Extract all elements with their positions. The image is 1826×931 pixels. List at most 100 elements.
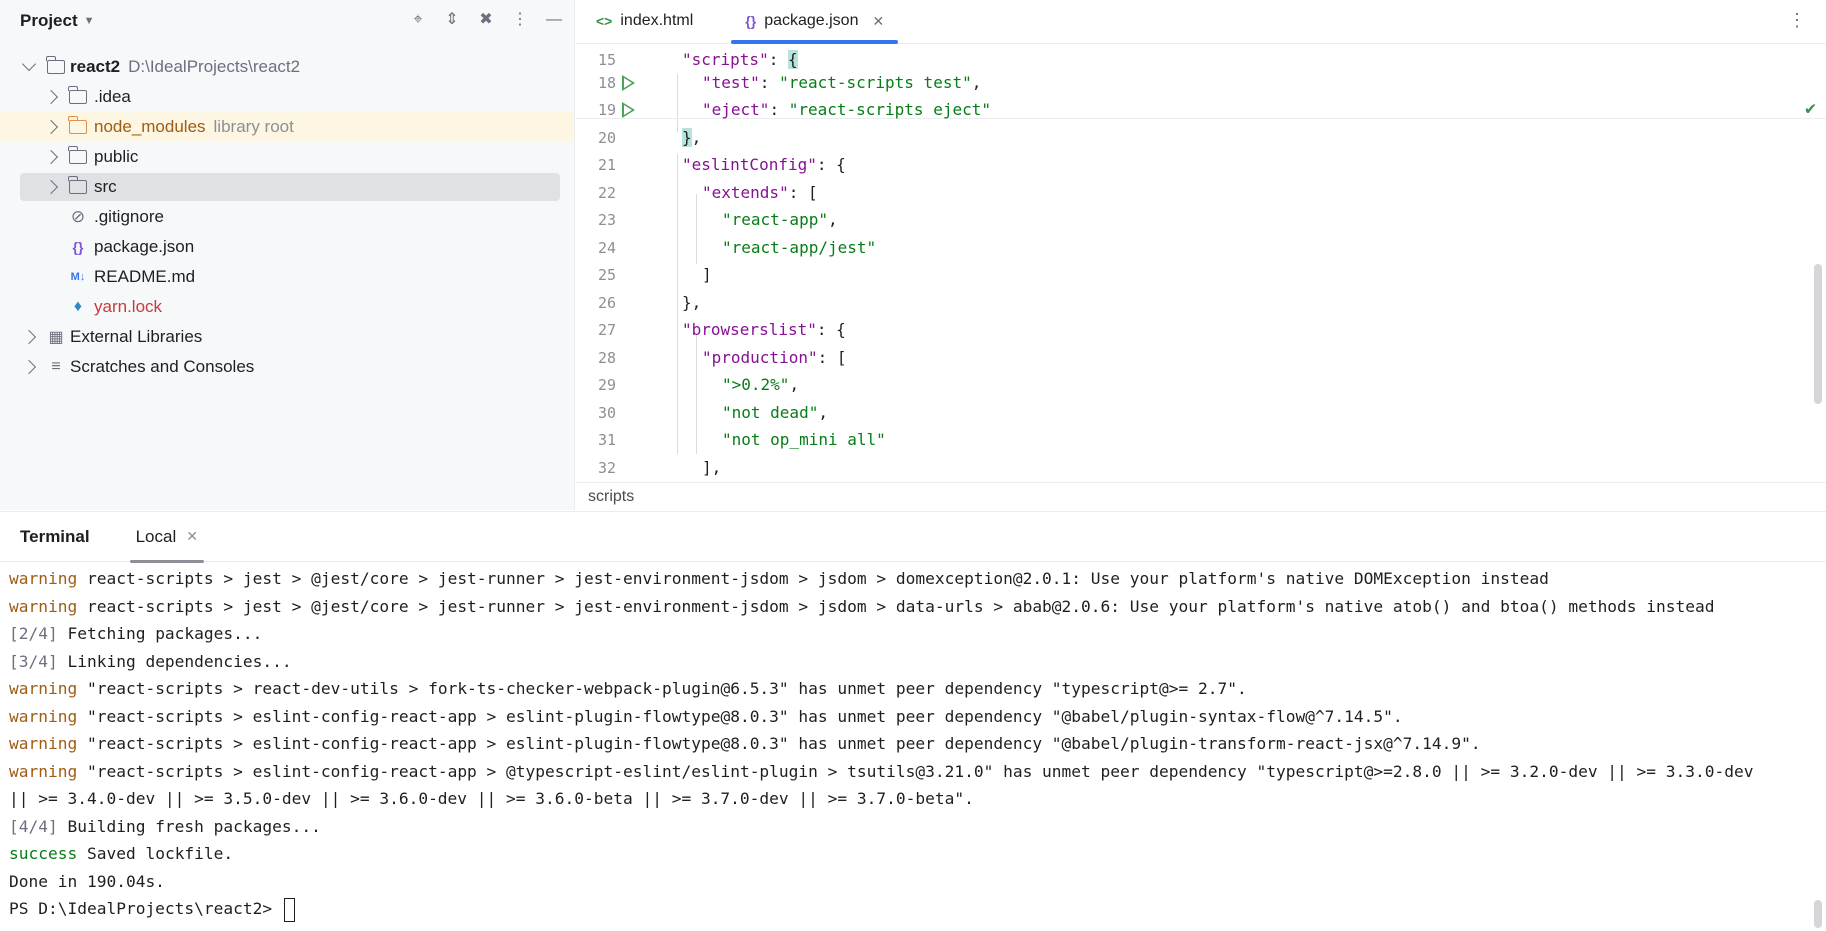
code-line: 19 "eject": "react-scripts eject" [576,96,1826,124]
close-icon[interactable]: ✕ [186,528,198,545]
tree-item-label: .idea [94,87,131,106]
code-text: ] [702,265,712,285]
tab-label: Local [135,526,177,546]
terminal-line: warning "react-scripts > eslint-config-r… [9,758,1806,786]
tree-item-public[interactable]: public [0,142,574,172]
terminal-line-text: Saved lockfile. [77,844,234,863]
library-folder-icon [68,116,88,136]
run-script-icon[interactable] [622,74,635,91]
chevron-down-icon[interactable]: ▼ [84,15,95,27]
chevron-right-icon[interactable] [43,149,59,165]
more-options-icon[interactable]: ⋮ [512,10,528,30]
terminal-line-prefix: warning [9,596,78,616]
terminal-line: [2/4] Fetching packages... [9,620,1806,648]
code-line: 31 "not op_mini all" [576,426,1826,454]
terminal-line-prefix: success [9,844,78,863]
code-line: 28 "production": [ [576,344,1826,372]
tree-item-label: .gitignore [94,207,164,226]
tree-item-label: README.md [94,267,196,286]
chevron-right-icon[interactable] [21,329,37,345]
terminal-line-text: "react-scripts > react-dev-utils > fork-… [77,679,1247,698]
code-line: 22 "extends": [ [576,179,1826,207]
tree-item-external-libraries[interactable]: ▦ External Libraries [0,322,574,352]
chevron-right-icon[interactable] [43,179,59,195]
line-number: 26 [597,293,616,312]
terminal-tabs: Terminal Local ✕ [0,512,1826,563]
terminal-line-text: || >= 3.4.0-dev || >= 3.5.0-dev || >= 3.… [9,789,974,808]
editor-scrollbar[interactable] [1814,264,1822,404]
project-toolbar: ⌖ ⇕ ✖ ⋮ — [410,10,562,30]
terminal-output[interactable]: warning react-scripts > jest > @jest/cor… [9,565,1806,923]
collapse-all-icon[interactable]: ✖ [478,10,494,30]
ignored-file-icon: ⊘ [70,207,86,226]
breadcrumb[interactable]: scripts [576,482,1826,510]
line-number: 28 [597,348,616,367]
tree-item-node-modules[interactable]: node_modules library root [0,112,574,142]
terminal-line: warning "react-scripts > eslint-config-r… [9,703,1806,731]
tree-item-package-json[interactable]: {} package.json [0,232,574,262]
expand-all-icon[interactable]: ⇕ [444,10,460,30]
line-number: 18 [597,73,616,92]
tree-item-label: External Libraries [70,327,203,346]
breadcrumb-item[interactable]: scripts [588,488,634,506]
tree-item-readme[interactable]: M↓ README.md [0,262,574,292]
tree-item-idea[interactable]: .idea [0,82,574,112]
code-text: "not dead", [722,403,828,423]
tree-item-scratches[interactable]: ≡ Scratches and Consoles [0,352,574,382]
line-number: 27 [597,320,616,339]
tree-item-gitignore[interactable]: ⊘ .gitignore [0,202,574,232]
json-file-icon: {} [745,13,757,29]
no-problems-check-icon[interactable]: ✔ [1805,98,1816,119]
more-options-icon[interactable]: ⋮ [1788,10,1806,31]
terminal-line: Done in 190.04s. [9,868,1806,896]
code-line: 24 "react-app/jest" [576,234,1826,262]
chevron-down-icon[interactable] [21,56,37,72]
code-text: ], [702,458,722,476]
html-file-icon: <> [596,13,613,29]
tab-local[interactable]: Local ✕ [129,512,205,563]
tab-label: index.html [620,12,694,29]
project-view-selector[interactable]: Project [20,11,78,31]
line-number: 30 [597,403,616,422]
terminal-tool-window: Terminal Local ✕ warning react-scripts >… [0,511,1826,931]
tree-root-react2[interactable]: react2 D:\IdealProjects\react2 [0,52,574,82]
close-icon[interactable]: ✕ [872,13,884,30]
module-folder-icon [46,56,66,76]
terminal-line: warning react-scripts > jest > @jest/cor… [9,593,1806,621]
terminal-scrollbar[interactable] [1814,900,1822,928]
tab-label: package.json [764,12,859,29]
code-editor[interactable]: 15 "scripts": { 18 "test": "react-script… [576,44,1826,476]
line-number: 31 [597,430,616,449]
line-number: 24 [597,238,616,257]
code-text: "eject": "react-scripts eject" [702,100,991,120]
code-text: "react-app", [722,210,838,230]
line-number: 15 [597,50,616,69]
tab-index-html[interactable]: <> index.html [582,0,707,43]
tree-item-label: public [94,147,139,166]
code-line: 23 "react-app", [576,206,1826,234]
terminal-line-text: Linking dependencies... [57,651,292,671]
code-text: "browserslist": { [682,320,846,340]
terminal-line-text: "react-scripts > eslint-config-react-app… [77,734,1481,753]
tree-item-yarn-lock[interactable]: ♦ yarn.lock [0,292,574,322]
line-number: 21 [597,155,616,174]
root-path: D:\IdealProjects\react2 [128,57,301,76]
tab-package-json[interactable]: {} package.json ✕ [731,0,899,44]
run-script-icon[interactable] [622,101,635,118]
prompt-text: PS D:\IdealProjects\react2> [9,899,282,918]
chevron-right-icon[interactable] [21,359,37,375]
code-line: 25 ] [576,261,1826,289]
code-text: "production": [ [702,348,847,368]
chevron-right-icon[interactable] [43,119,59,135]
chevron-right-icon[interactable] [43,89,59,105]
terminal-line: [4/4] Building fresh packages... [9,813,1806,841]
tree-item-label: yarn.lock [94,297,163,316]
terminal-prompt[interactable]: PS D:\IdealProjects\react2> [9,895,1806,923]
hide-panel-icon[interactable]: — [546,10,562,30]
tree-item-src[interactable]: src [0,172,574,202]
code-line: 30 "not dead", [576,399,1826,427]
terminal-line-text: Building fresh packages... [57,816,321,836]
line-number: 25 [597,265,616,284]
terminal-line: [3/4] Linking dependencies... [9,648,1806,676]
locate-file-icon[interactable]: ⌖ [410,10,426,30]
